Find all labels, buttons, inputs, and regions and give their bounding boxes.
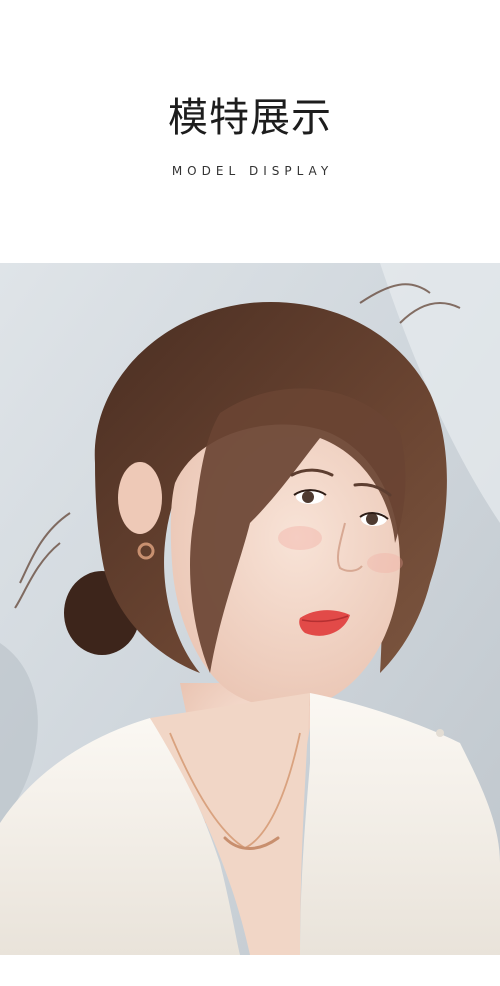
page-subtitle: MODEL DISPLAY — [171, 164, 334, 178]
blush-right — [367, 553, 403, 573]
model-portrait-illustration — [0, 263, 500, 955]
iris-right — [366, 513, 378, 525]
blouse-button — [436, 729, 444, 737]
model-photo — [0, 263, 500, 955]
ear — [118, 462, 162, 534]
iris-left — [302, 491, 314, 503]
footer-spacer — [0, 955, 500, 986]
page-title: 模特展示 — [168, 95, 332, 141]
header-section: 模特展示 MODEL DISPLAY — [0, 0, 500, 263]
blush-left — [278, 526, 322, 550]
